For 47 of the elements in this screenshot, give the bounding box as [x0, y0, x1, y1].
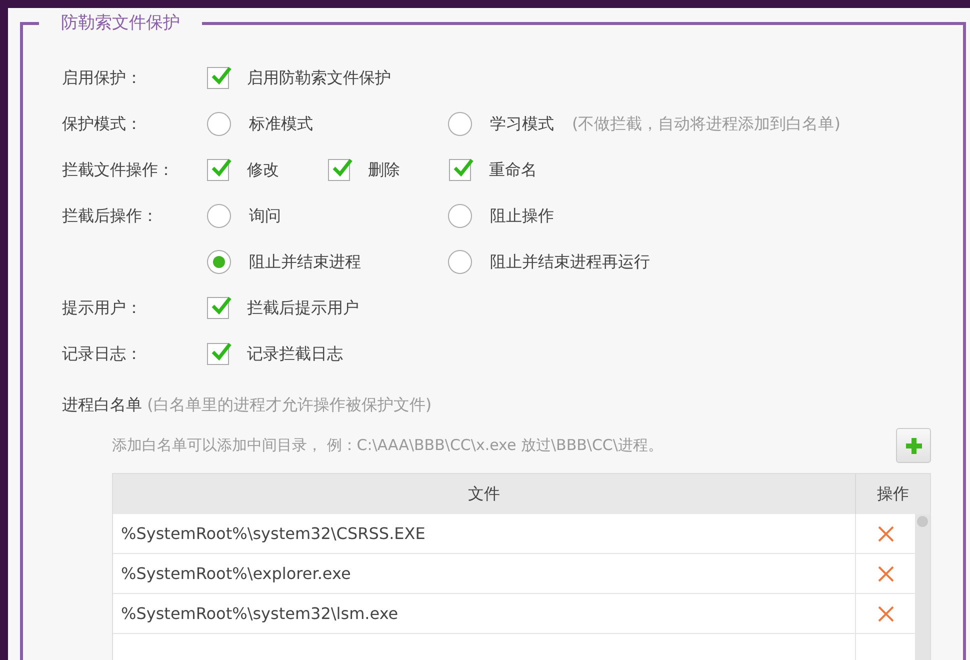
setting-label: 记录日志：	[62, 344, 142, 362]
whitelist-note: (白名单里的进程才允许操作被保护文件)	[147, 395, 432, 414]
whitelist-title: 进程白名单	[62, 395, 142, 414]
radio-button[interactable]	[448, 112, 472, 136]
option-label[interactable]: 重命名	[489, 160, 537, 180]
option-label[interactable]: 拦截后提示用户	[247, 298, 359, 318]
delete-button[interactable]	[876, 604, 894, 622]
option-label[interactable]: 询问	[249, 206, 281, 226]
option-label[interactable]: 阻止操作	[490, 206, 554, 226]
radio-button[interactable]	[207, 204, 231, 228]
option-label[interactable]: 修改	[247, 160, 279, 180]
radio-button[interactable]	[448, 250, 472, 274]
option-label[interactable]: 启用防勒索文件保护	[247, 68, 391, 88]
radio-button[interactable]	[207, 250, 231, 274]
checkbox[interactable]	[207, 343, 229, 365]
option-label[interactable]: 标准模式	[249, 114, 313, 134]
close-icon	[876, 524, 894, 542]
option-label[interactable]: 阻止并结束进程	[249, 252, 361, 272]
checkbox[interactable]	[207, 297, 229, 319]
close-icon	[876, 564, 894, 582]
table-cell-text: %SystemRoot%\system32\CSRSS.EXE	[120, 523, 426, 545]
table-cell-text: %SystemRoot%\explorer.exe	[120, 563, 352, 585]
setting-label: 保护模式：	[62, 114, 142, 132]
plus-icon	[904, 436, 922, 454]
add-button[interactable]	[896, 428, 931, 463]
setting-label: 拦截文件操作：	[62, 160, 174, 178]
scrollbar[interactable]	[915, 514, 930, 660]
option-label[interactable]: 删除	[368, 160, 400, 180]
checkbox[interactable]	[207, 159, 229, 181]
column-header: 文件	[467, 482, 501, 504]
setting-label: 拦截后操作：	[62, 206, 158, 224]
option-label[interactable]: 阻止并结束进程再运行	[490, 252, 650, 272]
checkbox[interactable]	[207, 67, 229, 89]
checkbox[interactable]	[449, 159, 471, 181]
radio-button[interactable]	[207, 112, 231, 136]
option-label[interactable]: 学习模式	[490, 114, 554, 134]
radio-button[interactable]	[448, 204, 472, 228]
option-note: (不做拦截，自动将进程添加到白名单)	[572, 114, 840, 134]
delete-button[interactable]	[876, 524, 894, 542]
setting-label: 提示用户：	[62, 298, 142, 316]
delete-button[interactable]	[876, 564, 894, 582]
table-cell-text: %SystemRoot%\system32\lsm.exe	[120, 603, 400, 625]
checkbox[interactable]	[328, 159, 350, 181]
close-icon	[876, 604, 894, 622]
hint-text: 添加白名单可以添加中间目录， 例：C:\AAA\BBB\CC\x.exe 放过\BBB\CC\进程。	[112, 436, 663, 455]
option-label[interactable]: 记录拦截日志	[247, 344, 343, 364]
setting-label: 启用保护：	[62, 68, 142, 86]
